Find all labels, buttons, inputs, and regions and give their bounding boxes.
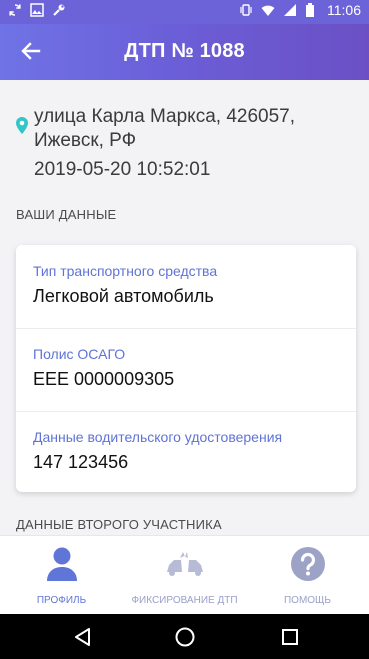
main-content[interactable]: улица Карла Маркса, 426057, Ижевск, РФ 2…: [0, 80, 369, 535]
battery-icon: [305, 3, 319, 17]
status-right-icons: 11:06: [239, 2, 361, 18]
status-time: 11:06: [327, 2, 361, 18]
location-pin-icon: [14, 116, 30, 136]
status-left-icons: [8, 3, 66, 17]
home-circle-icon[interactable]: [174, 626, 196, 648]
tab-profile[interactable]: ПРОФИЛЬ: [0, 536, 123, 615]
section-title-second-participant: ДАННЫЕ ВТОРОГО УЧАСТНИКА: [16, 517, 222, 532]
sync-icon: [8, 3, 22, 17]
android-navigation-bar: [0, 614, 369, 659]
status-bar: 11:06: [0, 0, 369, 24]
bottom-navigation: ПРОФИЛЬ ФИКСИРОВАНИЕ ДТП ПОМОЩЬ: [0, 535, 369, 615]
back-triangle-icon[interactable]: [72, 626, 94, 648]
tab-accident-record-label: ФИКСИРОВАНИЕ ДТП: [131, 595, 238, 606]
vehicle-type-field[interactable]: Тип транспортного средства Легковой авто…: [33, 263, 217, 307]
image-icon: [30, 3, 44, 17]
tab-profile-label: ПРОФИЛЬ: [36, 595, 87, 606]
section-title-your-data: ВАШИ ДАННЫЕ: [16, 207, 117, 222]
divider: [16, 328, 356, 329]
page-title: ДТП № 1088: [124, 40, 245, 62]
signal-icon: [283, 3, 297, 17]
incident-address: улица Карла Маркса, 426057, Ижевск, РФ: [34, 106, 295, 151]
license-value: 147 123456: [33, 452, 129, 472]
car-crash-icon: [164, 546, 206, 587]
policy-label: Полис ОСАГО: [33, 346, 126, 362]
license-label: Данные водительского удостоверения: [33, 429, 283, 445]
vehicle-type-value: Легковой автомобиль: [33, 286, 214, 306]
app-header: ДТП № 1088: [0, 24, 369, 80]
your-data-card: Тип транспортного средства Легковой авто…: [16, 245, 356, 492]
wrench-icon: [52, 3, 66, 17]
vibrate-icon: [239, 3, 253, 17]
help-icon: [290, 546, 326, 587]
license-field[interactable]: Данные водительского удостоверения 147 1…: [33, 429, 282, 473]
tab-help-label: ПОМОЩЬ: [283, 595, 331, 606]
tab-help[interactable]: ПОМОЩЬ: [246, 536, 369, 615]
profile-icon: [45, 546, 79, 587]
policy-value: ЕЕЕ 0000009305: [33, 369, 175, 389]
recents-square-icon[interactable]: [279, 626, 301, 648]
vehicle-type-label: Тип транспортного средства: [33, 263, 218, 279]
policy-field[interactable]: Полис ОСАГО ЕЕЕ 0000009305: [33, 346, 174, 390]
divider: [16, 411, 356, 412]
wifi-icon: [261, 3, 275, 17]
tab-accident-record[interactable]: ФИКСИРОВАНИЕ ДТП: [123, 536, 246, 615]
incident-datetime: 2019-05-20 10:52:01: [34, 159, 211, 180]
